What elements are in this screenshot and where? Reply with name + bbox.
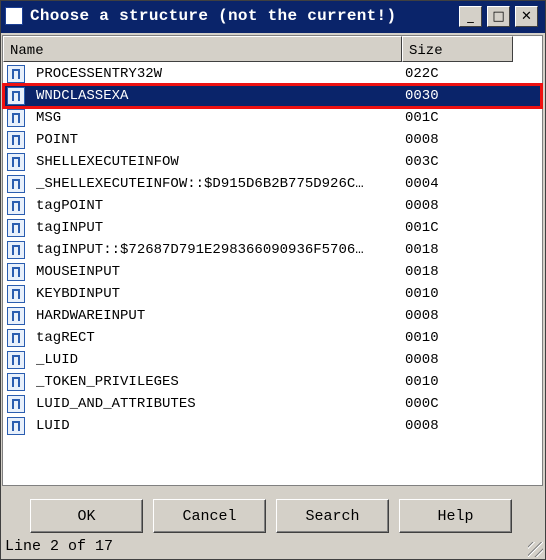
row-name: KEYBDINPUT [36, 286, 121, 302]
row-size: 003C [405, 154, 439, 170]
structure-icon [7, 219, 25, 237]
structure-icon [7, 329, 25, 347]
row-size: 0030 [405, 88, 439, 104]
table-row[interactable]: WNDCLASSEXA 0030 [3, 85, 542, 107]
structure-icon [7, 87, 25, 105]
row-name: LUID [36, 418, 70, 434]
row-size: 0010 [405, 330, 439, 346]
ok-button[interactable]: OK [30, 499, 143, 533]
structure-icon [7, 153, 25, 171]
row-name: PROCESSENTRY32W [36, 66, 163, 82]
structure-icon [7, 351, 25, 369]
structure-icon [7, 109, 25, 127]
table-row[interactable]: SHELLEXECUTEINFOW 003C [3, 151, 542, 173]
row-name: tagINPUT [36, 220, 104, 236]
status-line: Line 2 of 17 [5, 538, 114, 555]
row-name: _LUID [36, 352, 79, 368]
table-row[interactable]: KEYBDINPUT 0010 [3, 283, 542, 305]
table-row[interactable]: tagPOINT 0008 [3, 195, 542, 217]
close-button[interactable]: ✕ [515, 6, 538, 27]
row-name: MSG [36, 110, 62, 126]
row-name: SHELLEXECUTEINFOW [36, 154, 179, 170]
row-name: tagRECT [36, 330, 95, 346]
table-row[interactable]: LUID_AND_ATTRIBUTES 000C [3, 393, 542, 415]
window-title: Choose a structure (not the current!) [30, 7, 397, 25]
row-size: 0008 [405, 198, 439, 214]
structure-list[interactable]: Name Size PROCESSENTRY32W 022C WNDCLASSEXA… [2, 35, 543, 486]
structure-icon [7, 175, 25, 193]
structure-icon [7, 417, 25, 435]
table-row[interactable]: PROCESSENTRY32W 022C [3, 63, 542, 85]
help-button[interactable]: Help [399, 499, 512, 533]
row-size: 0018 [405, 242, 439, 258]
structure-icon [7, 307, 25, 325]
row-size: 0018 [405, 264, 439, 280]
row-size: 0008 [405, 352, 439, 368]
column-header-size[interactable]: Size [402, 36, 513, 62]
structure-icon [7, 285, 25, 303]
row-name: _TOKEN_PRIVILEGES [36, 374, 179, 390]
structure-icon [7, 395, 25, 413]
structure-icon [7, 373, 25, 391]
row-name: tagPOINT [36, 198, 104, 214]
table-row[interactable]: tagINPUT 001C [3, 217, 542, 239]
table-row[interactable]: tagRECT 0010 [3, 327, 542, 349]
row-size: 022C [405, 66, 439, 82]
resize-grip-icon[interactable] [528, 542, 543, 557]
table-row[interactable]: _LUID 0008 [3, 349, 542, 371]
table-row[interactable]: _TOKEN_PRIVILEGES 0010 [3, 371, 542, 393]
row-name: LUID_AND_ATTRIBUTES [36, 396, 196, 412]
structure-icon [5, 7, 23, 25]
structure-chooser-dialog: Choose a structure (not the current!) _ … [0, 0, 546, 560]
row-name: tagINPUT::$72687D791E298366090936F5706… [36, 242, 364, 258]
row-size: 000C [405, 396, 439, 412]
row-name: _SHELLEXECUTEINFOW::$D915D6B2B775D926C… [36, 176, 364, 192]
row-name: POINT [36, 132, 79, 148]
row-size: 0010 [405, 286, 439, 302]
row-size: 0008 [405, 418, 439, 434]
table-row[interactable]: LUID 0008 [3, 415, 542, 437]
title-bar[interactable]: Choose a structure (not the current!) _ … [1, 1, 545, 33]
row-size: 0010 [405, 374, 439, 390]
structure-icon [7, 65, 25, 83]
minimize-button[interactable]: _ [459, 6, 482, 27]
maximize-button[interactable]: □ [487, 6, 510, 27]
column-header-name[interactable]: Name [3, 36, 402, 62]
table-row[interactable]: POINT 0008 [3, 129, 542, 151]
structure-icon [7, 131, 25, 149]
table-row[interactable]: MSG 001C [3, 107, 542, 129]
table-row[interactable]: MOUSEINPUT 0018 [3, 261, 542, 283]
structure-icon [7, 241, 25, 259]
row-name: MOUSEINPUT [36, 264, 121, 280]
structure-icon [7, 197, 25, 215]
row-name: HARDWAREINPUT [36, 308, 146, 324]
table-row[interactable]: HARDWAREINPUT 0008 [3, 305, 542, 327]
row-size: 001C [405, 220, 439, 236]
structure-icon [7, 263, 25, 281]
table-row[interactable]: _SHELLEXECUTEINFOW::$D915D6B2B775D926C… 0… [3, 173, 542, 195]
row-size: 0004 [405, 176, 439, 192]
row-size: 0008 [405, 308, 439, 324]
table-row[interactable]: tagINPUT::$72687D791E298366090936F5706… 0… [3, 239, 542, 261]
row-name: WNDCLASSEXA [36, 88, 129, 104]
search-button[interactable]: Search [276, 499, 389, 533]
row-size: 001C [405, 110, 439, 126]
row-size: 0008 [405, 132, 439, 148]
cancel-button[interactable]: Cancel [153, 499, 266, 533]
